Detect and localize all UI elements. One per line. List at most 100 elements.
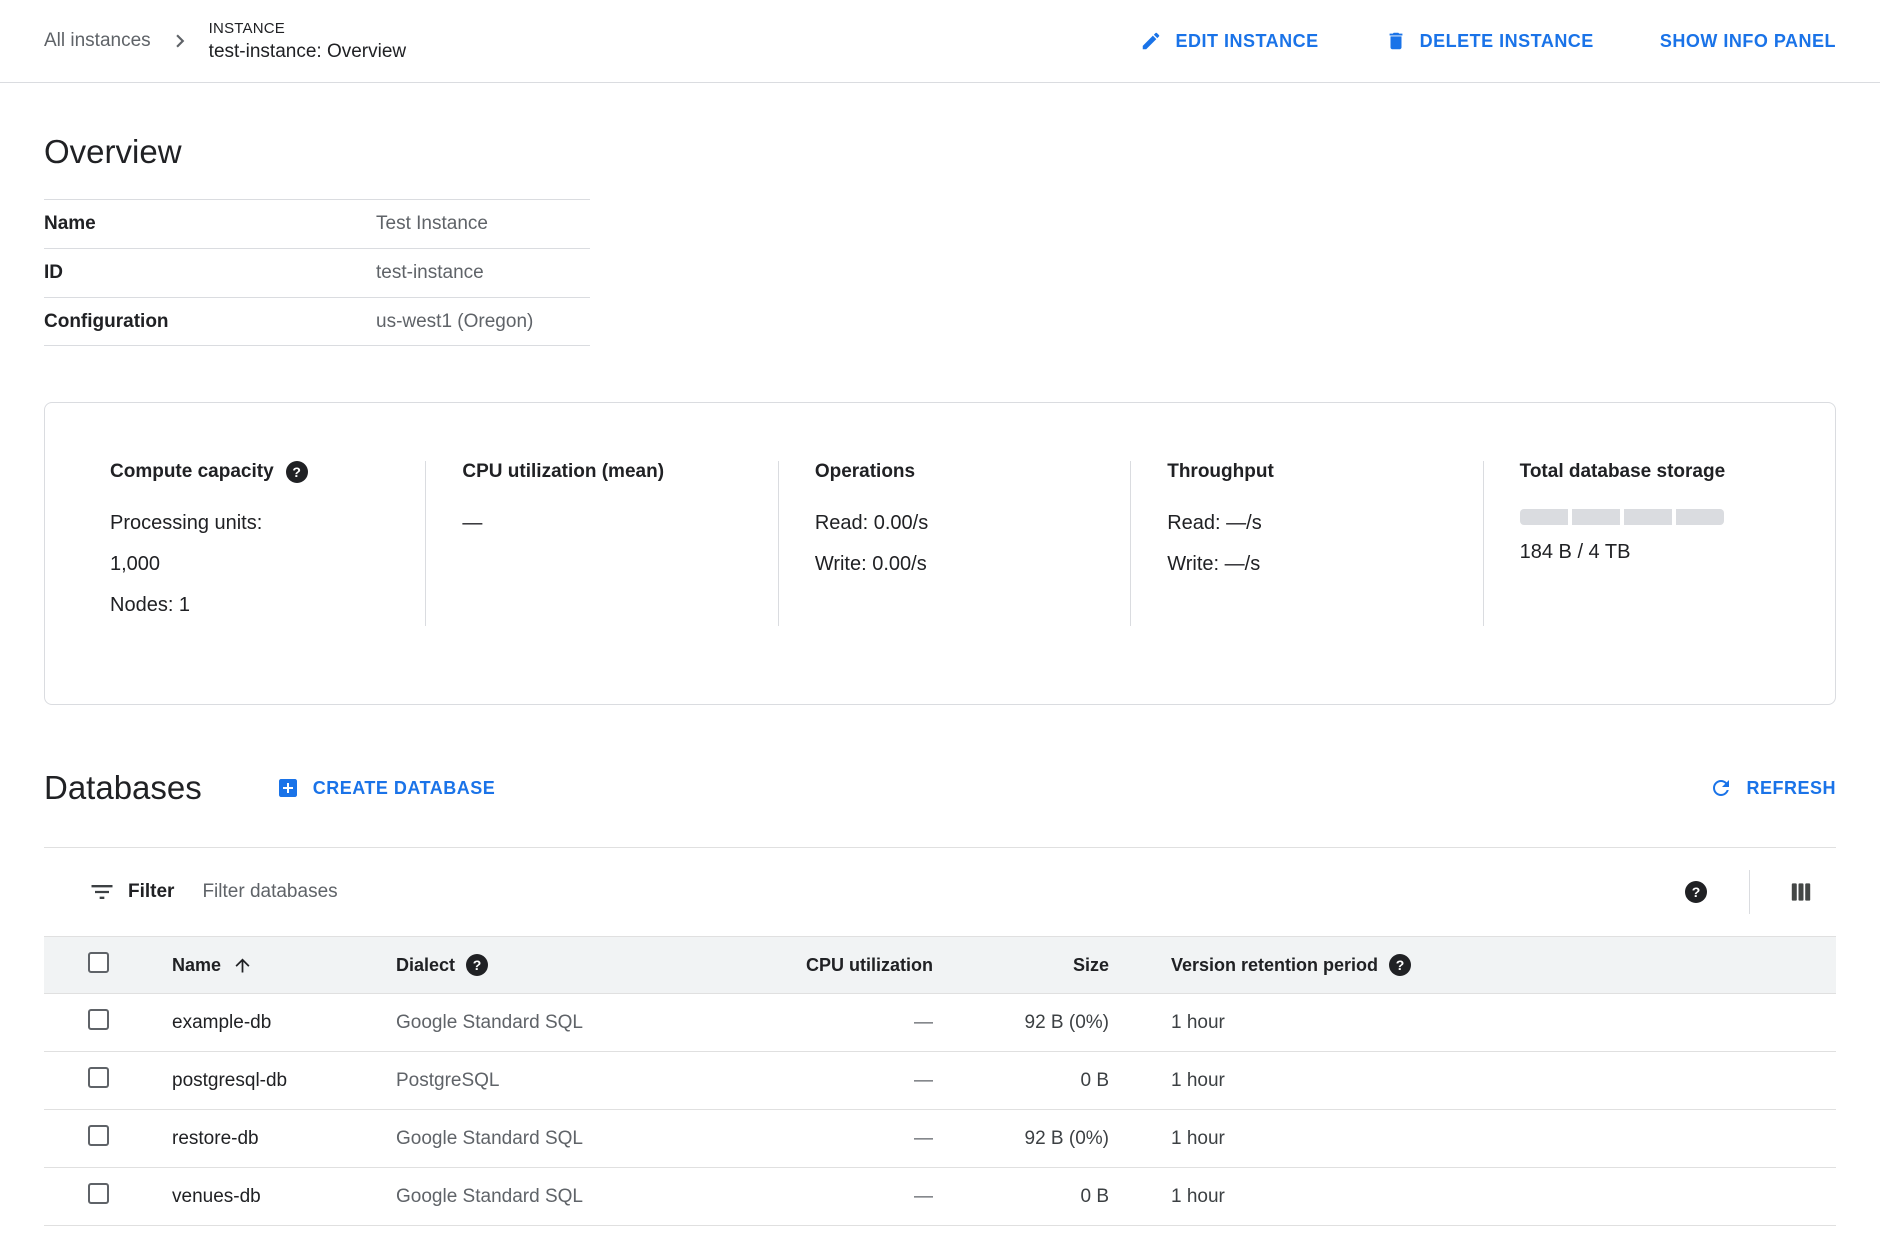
table-row: venues-db Google Standard SQL — 0 B 1 ho… bbox=[44, 1168, 1836, 1226]
create-database-button[interactable]: CREATE DATABASE bbox=[276, 776, 496, 800]
instance-header: All instances INSTANCE test-instance: Ov… bbox=[0, 0, 1880, 83]
filter-toolbar: Filter bbox=[44, 847, 1836, 936]
create-database-label: CREATE DATABASE bbox=[313, 778, 496, 799]
column-header-retention[interactable]: Version retention period bbox=[1109, 937, 1836, 994]
table-row: postgresql-db PostgreSQL — 0 B 1 hour bbox=[44, 1052, 1836, 1110]
database-dialect: Google Standard SQL bbox=[396, 994, 696, 1052]
table-header-row: Name Dialect CPU utilization Siz bbox=[44, 937, 1836, 994]
breadcrumb-all-instances[interactable]: All instances bbox=[44, 30, 151, 52]
metric-compute-capacity: Compute capacity Processing units: 1,000… bbox=[45, 461, 425, 626]
refresh-label: REFRESH bbox=[1746, 778, 1836, 799]
row-checkbox[interactable] bbox=[88, 1009, 109, 1030]
chevron-right-icon bbox=[167, 28, 193, 54]
delete-instance-button[interactable]: DELETE INSTANCE bbox=[1385, 30, 1594, 52]
database-cpu: — bbox=[696, 1052, 933, 1110]
database-size: 0 B bbox=[933, 1052, 1109, 1110]
database-name-link[interactable]: restore-db bbox=[166, 1110, 396, 1168]
database-dialect: Google Standard SQL bbox=[396, 1168, 696, 1226]
detail-value: us-west1 (Oregon) bbox=[376, 311, 533, 333]
databases-table-section: Filter Name bbox=[44, 847, 1836, 1226]
databases-title: Databases bbox=[44, 769, 202, 807]
detail-value: Test Instance bbox=[376, 213, 488, 235]
metric-value: Write: 0.00/s bbox=[815, 544, 1102, 585]
add-box-icon bbox=[276, 776, 300, 800]
metric-value: — bbox=[462, 503, 749, 544]
metric-total-storage: Total database storage 184 B / 4 TB bbox=[1483, 461, 1835, 626]
refresh-button[interactable]: REFRESH bbox=[1709, 776, 1836, 800]
help-icon[interactable] bbox=[466, 954, 488, 976]
edit-instance-button[interactable]: EDIT INSTANCE bbox=[1140, 30, 1318, 52]
metric-value: 1,000 bbox=[110, 544, 397, 585]
filter-menu-button[interactable]: Filter bbox=[128, 881, 174, 903]
pencil-icon bbox=[1140, 30, 1162, 52]
help-icon[interactable] bbox=[286, 461, 308, 483]
storage-bar-segment bbox=[1572, 509, 1620, 525]
metric-operations: Operations Read: 0.00/s Write: 0.00/s bbox=[778, 461, 1130, 626]
metric-value: Read: —/s bbox=[1167, 503, 1454, 544]
detail-value: test-instance bbox=[376, 262, 484, 284]
toolbar-divider bbox=[1749, 870, 1750, 914]
delete-instance-label: DELETE INSTANCE bbox=[1420, 31, 1594, 52]
page-title-block: INSTANCE test-instance: Overview bbox=[209, 20, 406, 63]
select-all-checkbox[interactable] bbox=[88, 952, 109, 973]
database-dialect: PostgreSQL bbox=[396, 1052, 696, 1110]
database-size: 0 B bbox=[933, 1168, 1109, 1226]
database-cpu: — bbox=[696, 1110, 933, 1168]
storage-usage-bar bbox=[1520, 509, 1807, 525]
metric-value: Write: —/s bbox=[1167, 544, 1454, 585]
edit-instance-label: EDIT INSTANCE bbox=[1175, 31, 1318, 52]
database-size: 92 B (0%) bbox=[933, 1110, 1109, 1168]
row-checkbox[interactable] bbox=[88, 1125, 109, 1146]
header-actions: EDIT INSTANCE DELETE INSTANCE SHOW INFO … bbox=[1140, 30, 1836, 52]
detail-row-name: Name Test Instance bbox=[44, 199, 590, 248]
help-icon[interactable] bbox=[1389, 954, 1411, 976]
table-row: example-db Google Standard SQL — 92 B (0… bbox=[44, 994, 1836, 1052]
storage-bar-segment bbox=[1520, 509, 1568, 525]
database-retention: 1 hour bbox=[1109, 1168, 1836, 1226]
trash-icon bbox=[1385, 30, 1407, 52]
column-display-options-icon[interactable] bbox=[1788, 879, 1814, 905]
instance-metrics-card: Compute capacity Processing units: 1,000… bbox=[44, 402, 1836, 705]
storage-usage-value: 184 B / 4 TB bbox=[1520, 541, 1807, 564]
row-checkbox[interactable] bbox=[88, 1183, 109, 1204]
metric-title: Total database storage bbox=[1520, 461, 1726, 483]
overview-title: Overview bbox=[44, 133, 1836, 171]
metric-title: Operations bbox=[815, 461, 915, 483]
metric-title: CPU utilization (mean) bbox=[462, 461, 664, 483]
database-retention: 1 hour bbox=[1109, 1052, 1836, 1110]
metric-value: Read: 0.00/s bbox=[815, 503, 1102, 544]
metric-title: Compute capacity bbox=[110, 461, 274, 483]
sort-ascending-icon bbox=[232, 955, 253, 976]
instance-details-table: Name Test Instance ID test-instance Conf… bbox=[44, 199, 590, 346]
table-row: restore-db Google Standard SQL — 92 B (0… bbox=[44, 1110, 1836, 1168]
metric-cpu-utilization: CPU utilization (mean) — bbox=[425, 461, 777, 626]
storage-bar-segment bbox=[1624, 509, 1672, 525]
show-info-panel-button[interactable]: SHOW INFO PANEL bbox=[1660, 31, 1836, 52]
refresh-icon bbox=[1709, 776, 1733, 800]
database-retention: 1 hour bbox=[1109, 994, 1836, 1052]
metric-throughput: Throughput Read: —/s Write: —/s bbox=[1130, 461, 1482, 626]
instance-eyebrow: INSTANCE bbox=[209, 20, 406, 37]
show-info-panel-label: SHOW INFO PANEL bbox=[1660, 31, 1836, 52]
database-dialect: Google Standard SQL bbox=[396, 1110, 696, 1168]
filter-icon bbox=[88, 878, 116, 906]
detail-label: ID bbox=[44, 262, 376, 284]
main-content: Overview Name Test Instance ID test-inst… bbox=[0, 133, 1880, 1226]
page-title: test-instance: Overview bbox=[209, 41, 406, 63]
database-size: 92 B (0%) bbox=[933, 994, 1109, 1052]
metric-value: Nodes: 1 bbox=[110, 585, 397, 626]
filter-databases-input[interactable] bbox=[202, 881, 1685, 903]
column-header-cpu[interactable]: CPU utilization bbox=[696, 937, 933, 994]
breadcrumb: All instances INSTANCE test-instance: Ov… bbox=[44, 20, 406, 63]
help-icon[interactable] bbox=[1685, 881, 1707, 903]
column-header-name[interactable]: Name bbox=[166, 937, 396, 994]
databases-header: Databases CREATE DATABASE REFRESH bbox=[44, 769, 1836, 807]
database-name-link[interactable]: example-db bbox=[166, 994, 396, 1052]
column-header-size[interactable]: Size bbox=[933, 937, 1109, 994]
database-name-link[interactable]: postgresql-db bbox=[166, 1052, 396, 1110]
database-name-link[interactable]: venues-db bbox=[166, 1168, 396, 1226]
databases-table: Name Dialect CPU utilization Siz bbox=[44, 936, 1836, 1226]
database-retention: 1 hour bbox=[1109, 1110, 1836, 1168]
row-checkbox[interactable] bbox=[88, 1067, 109, 1088]
column-header-dialect[interactable]: Dialect bbox=[396, 937, 696, 994]
